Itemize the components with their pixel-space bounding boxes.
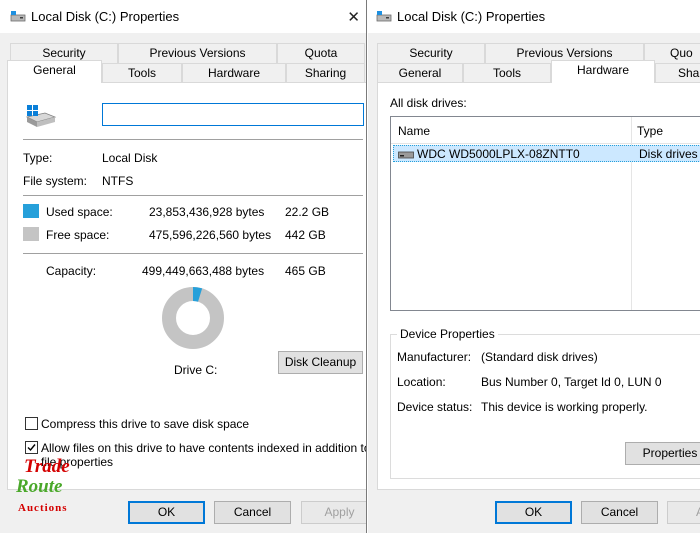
tab-quota[interactable]: Quota bbox=[277, 43, 365, 63]
drive-type-cell: Disk drives bbox=[639, 147, 698, 161]
tab-tools[interactable]: Tools bbox=[102, 63, 182, 83]
divider bbox=[23, 195, 363, 196]
tab-sharing[interactable]: Sha bbox=[655, 63, 700, 83]
type-value: Local Disk bbox=[102, 151, 158, 165]
tab-general[interactable]: General bbox=[377, 63, 463, 83]
capacity-size: 465 GB bbox=[285, 264, 326, 278]
divider bbox=[23, 253, 363, 254]
location-value: Bus Number 0, Target Id 0, LUN 0 bbox=[481, 375, 662, 389]
tab-row-front: General Tools Hardware Sharing bbox=[0, 60, 366, 83]
capacity-bytes: 499,449,663,488 bytes bbox=[142, 264, 265, 278]
index-checkbox[interactable] bbox=[25, 441, 38, 454]
apply-button[interactable]: A bbox=[667, 501, 700, 524]
used-space-size: 22.2 GB bbox=[285, 205, 330, 219]
disk-cleanup-button[interactable]: Disk Cleanup bbox=[278, 351, 363, 374]
location-label: Location: bbox=[397, 375, 446, 389]
used-space-swatch bbox=[23, 204, 39, 218]
title-bar[interactable]: Local Disk (C:) Properties bbox=[368, 0, 700, 33]
close-icon[interactable]: ✕ bbox=[347, 8, 360, 26]
file-system-value: NTFS bbox=[102, 174, 134, 188]
compress-checkbox[interactable] bbox=[25, 417, 38, 430]
used-space-label: Used space: bbox=[46, 205, 113, 219]
ok-button[interactable]: OK bbox=[128, 501, 205, 524]
drive-name-label: Drive C: bbox=[174, 363, 218, 377]
column-header-name[interactable]: Name bbox=[398, 124, 430, 138]
tab-general[interactable]: General bbox=[7, 60, 102, 83]
window-title: Local Disk (C:) Properties bbox=[397, 9, 546, 24]
tab-sharing[interactable]: Sharing bbox=[286, 63, 365, 83]
drive-name-cell: WDC WD5000LPLX-08ZNTT0 bbox=[417, 147, 580, 161]
table-row[interactable]: WDC WD5000LPLX-08ZNTT0 Disk drives bbox=[393, 145, 700, 162]
properties-window-general: Local Disk (C:) Properties ✕ Security Pr… bbox=[0, 0, 367, 533]
tab-row-front: General Tools Hardware Sha bbox=[368, 60, 700, 83]
ok-button[interactable]: OK bbox=[495, 501, 572, 524]
list-header: Name Type bbox=[391, 117, 700, 310]
watermark-line2: Route bbox=[16, 476, 63, 497]
free-space-label: Free space: bbox=[46, 228, 110, 242]
capacity-label: Capacity: bbox=[46, 264, 97, 278]
apply-button[interactable]: Apply bbox=[301, 501, 366, 524]
tab-security[interactable]: Security bbox=[377, 43, 485, 63]
checkmark-icon bbox=[27, 444, 36, 452]
drive-large-icon bbox=[25, 105, 57, 127]
free-space-bytes: 475,596,226,560 bytes bbox=[149, 228, 272, 242]
device-properties-button[interactable]: Properties bbox=[625, 442, 700, 465]
index-label-line1: Allow files on this drive to have conten… bbox=[41, 441, 367, 455]
volume-label-input[interactable] bbox=[102, 103, 364, 126]
disk-drive-icon bbox=[398, 151, 414, 159]
tab-tools[interactable]: Tools bbox=[463, 63, 551, 83]
free-space-size: 442 GB bbox=[285, 228, 326, 242]
used-space-bytes: 23,853,436,928 bytes bbox=[149, 205, 265, 219]
hardware-page: All disk drives: Name Type WDC WD5000LPL… bbox=[377, 82, 700, 490]
compress-label: Compress this drive to save disk space bbox=[41, 417, 250, 431]
tab-hardware[interactable]: Hardware bbox=[182, 63, 286, 83]
properties-window-hardware: Local Disk (C:) Properties Security Prev… bbox=[368, 0, 700, 533]
watermark-line3: Auctions bbox=[18, 502, 68, 514]
tab-hardware[interactable]: Hardware bbox=[551, 60, 655, 83]
watermark-line1: Trade bbox=[24, 456, 70, 477]
window-title: Local Disk (C:) Properties bbox=[31, 9, 180, 24]
free-space-swatch bbox=[23, 227, 39, 241]
divider bbox=[23, 139, 363, 140]
file-system-label: File system: bbox=[23, 174, 88, 188]
drive-icon bbox=[376, 11, 392, 22]
disk-drives-list[interactable]: Name Type WDC WD5000LPLX-08ZNTT0 Disk dr… bbox=[390, 116, 700, 311]
general-page: Type: Local Disk File system: NTFS Used … bbox=[7, 82, 367, 490]
free-space-ring bbox=[162, 287, 224, 349]
manufacturer-label: Manufacturer: bbox=[397, 350, 472, 364]
cancel-button[interactable]: Cancel bbox=[214, 501, 291, 524]
manufacturer-value: (Standard disk drives) bbox=[481, 350, 598, 364]
device-properties-title: Device Properties bbox=[397, 327, 498, 341]
title-bar[interactable]: Local Disk (C:) Properties ✕ bbox=[0, 0, 366, 33]
device-status-label: Device status: bbox=[397, 400, 473, 414]
drive-icon bbox=[10, 11, 26, 22]
type-label: Type: bbox=[23, 151, 53, 165]
cancel-button[interactable]: Cancel bbox=[581, 501, 658, 524]
column-header-type[interactable]: Type bbox=[637, 124, 663, 138]
usage-donut-chart bbox=[162, 287, 224, 349]
all-disk-drives-label: All disk drives: bbox=[390, 96, 467, 110]
device-status-value: This device is working properly. bbox=[481, 400, 648, 414]
tab-previous-versions[interactable]: Previous Versions bbox=[118, 43, 277, 63]
